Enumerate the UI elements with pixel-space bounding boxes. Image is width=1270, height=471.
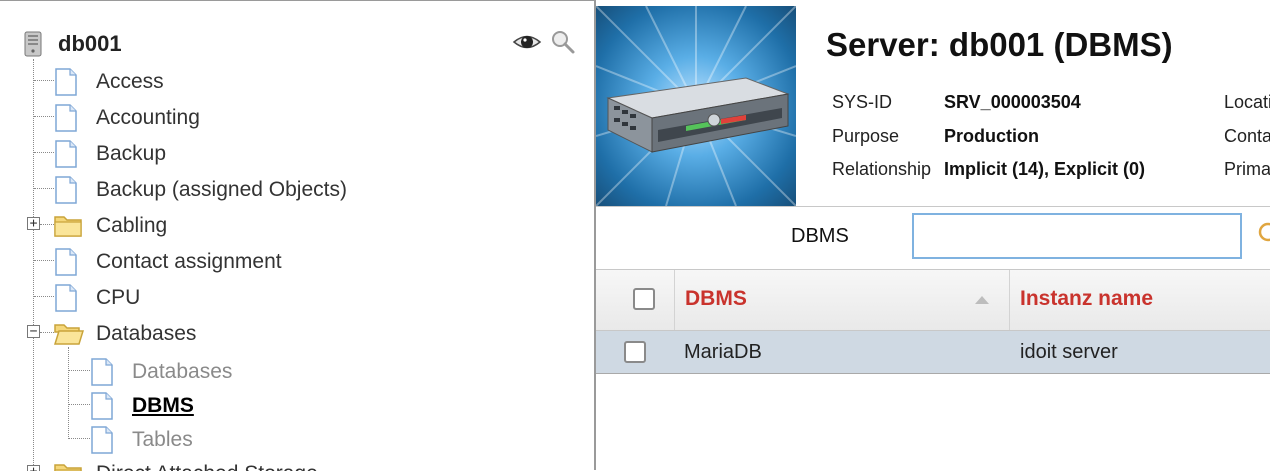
tree-item-label: Backup (assigned Objects) xyxy=(96,178,347,201)
document-icon xyxy=(55,68,77,96)
open-folder-icon xyxy=(54,324,84,345)
server-illustration xyxy=(596,6,796,206)
relationship-value[interactable]: Implicit (14), Explicit (0) xyxy=(944,159,1145,180)
page-title: Server: db001 (DBMS) xyxy=(826,26,1173,63)
filter-input[interactable] xyxy=(912,213,1242,259)
document-icon xyxy=(55,176,77,204)
tree-item-label: Cabling xyxy=(96,214,168,237)
search-icon[interactable] xyxy=(1256,221,1270,247)
document-icon xyxy=(91,358,113,386)
server-image xyxy=(596,6,796,206)
column-header-instance-name[interactable]: Instanz name xyxy=(1010,270,1270,330)
tree-item-label: Databases xyxy=(96,322,197,345)
document-icon xyxy=(91,426,113,454)
collapse-databases-button[interactable]: − xyxy=(27,325,40,338)
eye-icon[interactable] xyxy=(512,31,542,53)
tree-item-label: Tables xyxy=(132,428,193,451)
document-icon xyxy=(91,392,113,420)
cell-dbms: MariaDB xyxy=(684,341,762,363)
tree-item-label: DBMS xyxy=(132,394,194,417)
purpose-value: Production xyxy=(944,126,1039,146)
tree-item-label: Databases xyxy=(132,360,233,383)
document-icon xyxy=(55,104,77,132)
relationship-label: Relationship xyxy=(832,159,932,179)
tree-item-label: Backup xyxy=(96,142,167,165)
tree-item-label: Accounting xyxy=(96,106,200,129)
sys-id-value: SRV_000003504 xyxy=(944,92,1081,112)
document-icon xyxy=(55,248,77,276)
object-tree: db001 Access Accounting Backup Backup (a… xyxy=(0,0,594,471)
folder-icon xyxy=(54,216,82,237)
select-all-cell xyxy=(596,270,675,330)
sort-ascending-icon xyxy=(975,296,989,304)
tree-item-label: CPU xyxy=(96,286,141,309)
primary-label: Prima xyxy=(1224,159,1270,179)
sys-id-label: SYS-ID xyxy=(832,92,893,112)
tree-root-label: db001 xyxy=(58,31,122,56)
expand-cabling-button[interactable]: + xyxy=(27,217,40,230)
search-icon[interactable] xyxy=(550,29,576,55)
table-row[interactable]: MariaDB idoit server xyxy=(596,331,1270,374)
document-icon xyxy=(55,140,77,168)
column-header-dbms[interactable]: DBMS xyxy=(675,270,1010,330)
filter-label: DBMS xyxy=(791,225,849,247)
column-header-label: Instanz name xyxy=(1020,287,1154,310)
purpose-label: Purpose xyxy=(832,126,900,146)
column-header-label: DBMS xyxy=(685,287,747,310)
folder-icon xyxy=(54,464,82,471)
location-label: Locati xyxy=(1224,92,1270,112)
tree-item-label: Contact assignment xyxy=(96,250,282,273)
select-all-checkbox[interactable] xyxy=(633,288,655,310)
object-header: Server: db001 (DBMS) SYS-ID SRV_00000350… xyxy=(796,6,1270,206)
table-header: DBMS Instanz name xyxy=(596,270,1270,331)
cell-instance-name: idoit server xyxy=(1020,341,1118,363)
contact-label: Conta xyxy=(1224,126,1270,146)
document-icon xyxy=(55,284,77,312)
tree-item-label: Access xyxy=(96,70,164,93)
row-checkbox[interactable] xyxy=(624,341,646,363)
tree-root[interactable]: db001 xyxy=(22,29,582,57)
server-icon xyxy=(24,31,42,57)
filter-bar: DBMS xyxy=(596,206,1270,270)
expand-direct-attached-storage-button[interactable]: + xyxy=(27,465,40,471)
